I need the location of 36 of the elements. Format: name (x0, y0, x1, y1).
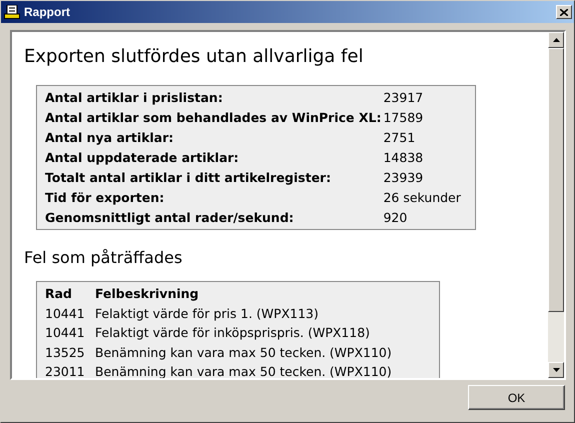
summary-label: Tid för exporten: (45, 189, 166, 207)
table-cell-text: Benämning kan vara max 50 tecken. (WPX110) (95, 344, 393, 362)
summary-value: 14838 (383, 149, 424, 167)
report-icon (4, 5, 20, 19)
summary-value: 23917 (383, 89, 424, 107)
close-button[interactable] (556, 5, 572, 19)
summary-value: 17589 (383, 109, 424, 127)
summary-value: 2751 (383, 129, 416, 147)
summary-label: Genomsnittligt antal rader/sekund: (45, 209, 295, 227)
summary-label: Antal uppdaterade artiklar: (45, 149, 240, 167)
summary-value: 26 sekunder (383, 189, 462, 207)
up-arrow-icon (552, 38, 560, 42)
scrollbar[interactable] (548, 32, 564, 378)
summary-label: Totalt antal artiklar i ditt artikelregister: (45, 169, 332, 187)
scroll-up-button[interactable] (548, 32, 564, 48)
close-icon (560, 8, 568, 16)
table-cell-text: 10441 (45, 324, 86, 342)
table-cell-text: 13525 (45, 344, 86, 362)
window-title: Rapport (24, 5, 71, 19)
summary-label: Antal artiklar som behandlades av WinPrice XL: (45, 109, 382, 127)
table-cell-text: 23011 (45, 363, 86, 378)
down-arrow-icon (552, 368, 560, 372)
ok-button[interactable]: OK (468, 385, 565, 410)
summary-label: Antal artiklar i prislistan: (45, 89, 224, 107)
table-cell-text: Felaktigt värde för inköpsprispris. (WPX118) (95, 324, 371, 342)
table-cell-text: Felaktigt värde för pris 1. (WPX113) (95, 304, 320, 323)
table-cell-text: 10441 (45, 304, 86, 322)
scroll-thumb[interactable] (548, 48, 564, 312)
report-heading: Exporten slutfördes utan allvarliga fel (24, 46, 364, 67)
scroll-down-button[interactable] (548, 362, 564, 378)
column-header: Rad (45, 285, 74, 303)
errors-heading: Fel som påträffades (24, 248, 184, 267)
summary-value: 920 (383, 209, 408, 227)
summary-value: 23939 (383, 169, 424, 187)
column-header: Felbeskrivning (95, 285, 200, 303)
summary-label: Antal nya artiklar: (45, 129, 175, 147)
